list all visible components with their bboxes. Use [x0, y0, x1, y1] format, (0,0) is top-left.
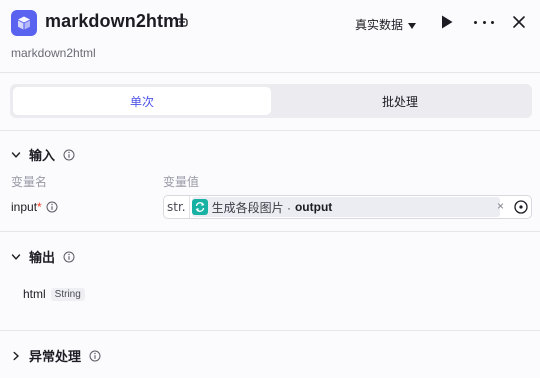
output-section-title: 输出 — [29, 250, 56, 265]
reference-field-name: output — [294, 200, 333, 214]
variable-value-field[interactable]: str. 生成各段图片 · output × — [163, 195, 532, 219]
output-variable-row: html String — [23, 287, 85, 301]
chevron-down-icon — [11, 253, 21, 260]
output-variable-name: html — [23, 287, 46, 301]
data-mode-label: 真实数据 — [355, 18, 404, 32]
cube-icon — [11, 10, 37, 36]
page-title: markdown2html — [45, 11, 185, 31]
tab-batch[interactable]: 批处理 — [271, 87, 529, 115]
required-mark: * — [37, 200, 42, 214]
close-icon[interactable] — [511, 14, 527, 30]
input-variable-label: input* — [11, 200, 58, 214]
run-mode-tabs: 单次 批处理 — [10, 84, 532, 118]
divider — [0, 231, 540, 232]
chevron-down-icon — [11, 151, 21, 158]
type-selector[interactable]: str. — [164, 196, 190, 218]
variable-reference-chip[interactable]: 生成各段图片 · output — [191, 197, 500, 217]
column-header-value: 变量值 — [163, 175, 200, 189]
divider — [0, 72, 540, 73]
type-badge: String — [50, 287, 85, 301]
more-icon[interactable] — [474, 14, 494, 30]
info-icon[interactable] — [46, 201, 58, 213]
divider — [0, 130, 540, 131]
reference-node-name: 生成各段图片 · — [211, 200, 291, 215]
exception-section-title: 异常处理 — [29, 349, 82, 364]
node-subtitle: markdown2html — [11, 46, 96, 60]
column-header-name: 变量名 — [11, 175, 48, 189]
info-icon[interactable] — [63, 149, 75, 161]
edit-icon[interactable] — [176, 16, 188, 28]
play-icon[interactable] — [440, 14, 454, 30]
tab-single[interactable]: 单次 — [13, 87, 271, 115]
chevron-right-icon — [13, 351, 20, 360]
divider — [0, 330, 540, 331]
variable-name: input — [11, 200, 38, 214]
node-test-panel: markdown2html markdown2html 真实数据 单次 批处理 … — [0, 0, 540, 378]
panel-header: markdown2html markdown2html 真实数据 — [0, 0, 540, 72]
caret-down-icon — [408, 22, 417, 29]
exception-section-header[interactable]: 异常处理 — [11, 346, 101, 365]
data-mode-select[interactable]: 真实数据 — [355, 16, 417, 33]
input-section-title: 输入 — [29, 148, 56, 163]
loop-node-icon — [191, 199, 208, 215]
info-icon[interactable] — [63, 251, 75, 263]
output-section-header[interactable]: 输出 — [11, 247, 75, 266]
info-icon[interactable] — [89, 350, 101, 362]
clear-icon[interactable]: × — [497, 199, 504, 213]
input-section-header[interactable]: 输入 — [11, 145, 75, 164]
variable-picker-icon[interactable] — [514, 200, 528, 214]
